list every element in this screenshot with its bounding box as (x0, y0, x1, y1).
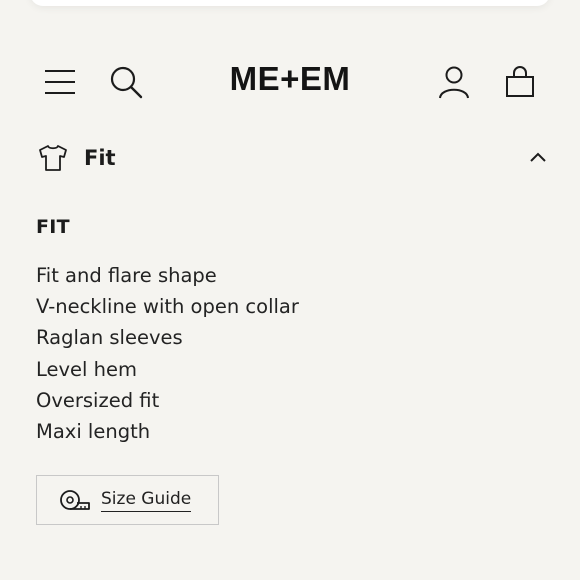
list-item: Maxi length (36, 420, 151, 444)
list-item: Fit and flare shape (36, 264, 217, 287)
chevron-up-icon (530, 152, 546, 162)
section-heading: FIT (36, 216, 70, 238)
fit-accordion-title: Fit (84, 146, 116, 170)
top-search-card (30, 0, 550, 6)
size-guide-button[interactable]: Size Guide (36, 475, 219, 525)
tape-measure-icon (60, 490, 90, 510)
logo-link[interactable]: ME+EM (230, 60, 351, 97)
fit-accordion-header[interactable]: Fit (36, 138, 550, 180)
list-item: Level hem (36, 357, 138, 381)
list-item: Oversized fit (36, 388, 160, 412)
t-shirt-icon (39, 145, 67, 171)
bag-button[interactable] (500, 62, 540, 102)
list-item: V-neckline with open collar (36, 295, 299, 319)
user-icon (439, 66, 469, 99)
shopping-bag-icon (506, 66, 534, 97)
brand-logo: ME+EM (0, 60, 580, 98)
site-header: ME+EM (0, 52, 580, 112)
size-guide-label: Size Guide (101, 489, 192, 512)
fit-feature-list: Fit and flare shape V-neckline with open… (36, 260, 299, 447)
account-button[interactable] (434, 62, 474, 102)
list-item: Raglan sleeves (36, 326, 183, 350)
